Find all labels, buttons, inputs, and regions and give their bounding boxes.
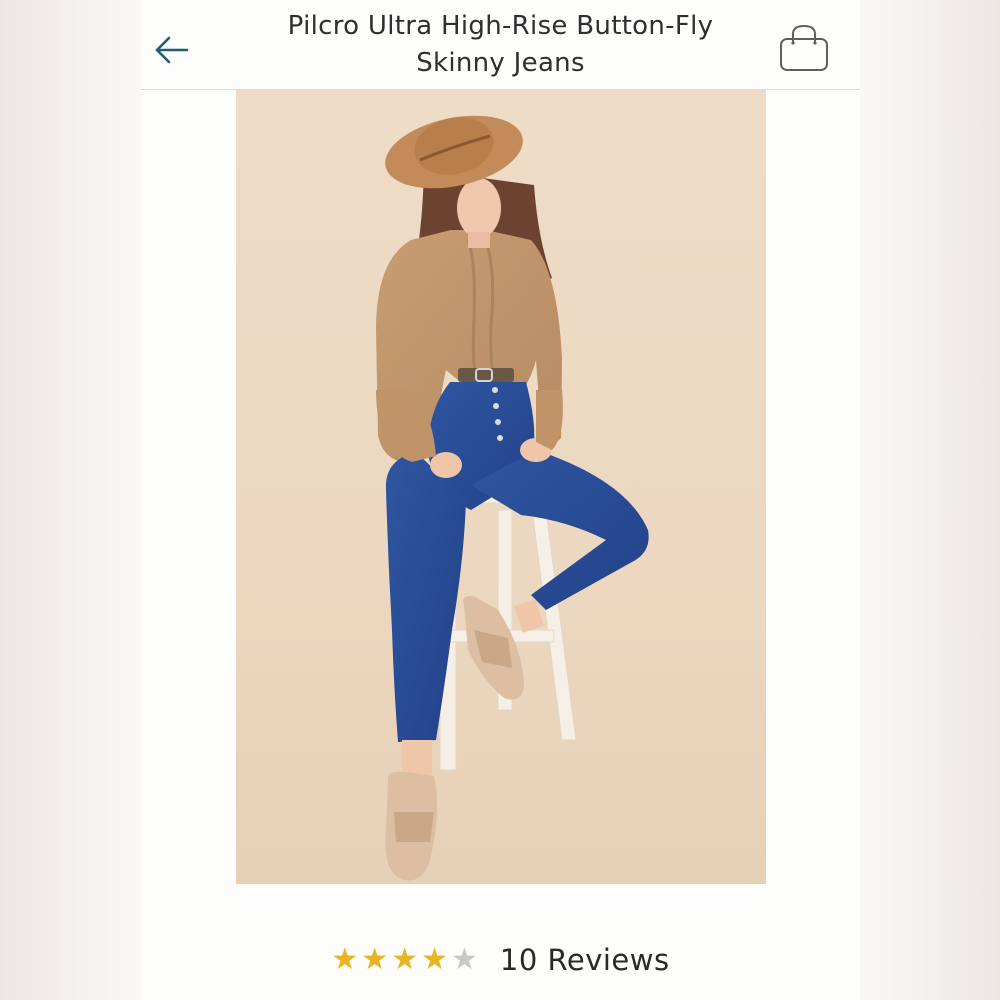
shopping-bag-icon: [780, 24, 828, 71]
arrow-left-icon: [155, 36, 189, 64]
rating-row: ★ ★ ★ ★ ★ 10 Reviews: [141, 936, 860, 984]
star-icon: ★: [331, 942, 359, 977]
app-window: Pilcro Ultra High-Rise Button-Fly Skinny…: [141, 0, 860, 1000]
reviews-link[interactable]: 10 Reviews: [500, 943, 670, 977]
screen: Pilcro Ultra High-Rise Button-Fly Skinny…: [0, 0, 1000, 1000]
product-image[interactable]: [236, 90, 766, 884]
star-icon: ★: [421, 942, 448, 977]
top-bar: Pilcro Ultra High-Rise Button-Fly Skinny…: [141, 0, 860, 90]
star-icon: ★: [451, 942, 478, 977]
star-rating: ★ ★ ★ ★ ★: [331, 945, 478, 975]
star-icon: ★: [361, 942, 389, 977]
page-title: Pilcro Ultra High-Rise Button-Fly Skinny…: [287, 11, 714, 78]
back-button[interactable]: [151, 28, 195, 72]
cart-button[interactable]: [777, 22, 831, 74]
star-icon: ★: [391, 942, 419, 977]
product-photo: [236, 90, 766, 884]
